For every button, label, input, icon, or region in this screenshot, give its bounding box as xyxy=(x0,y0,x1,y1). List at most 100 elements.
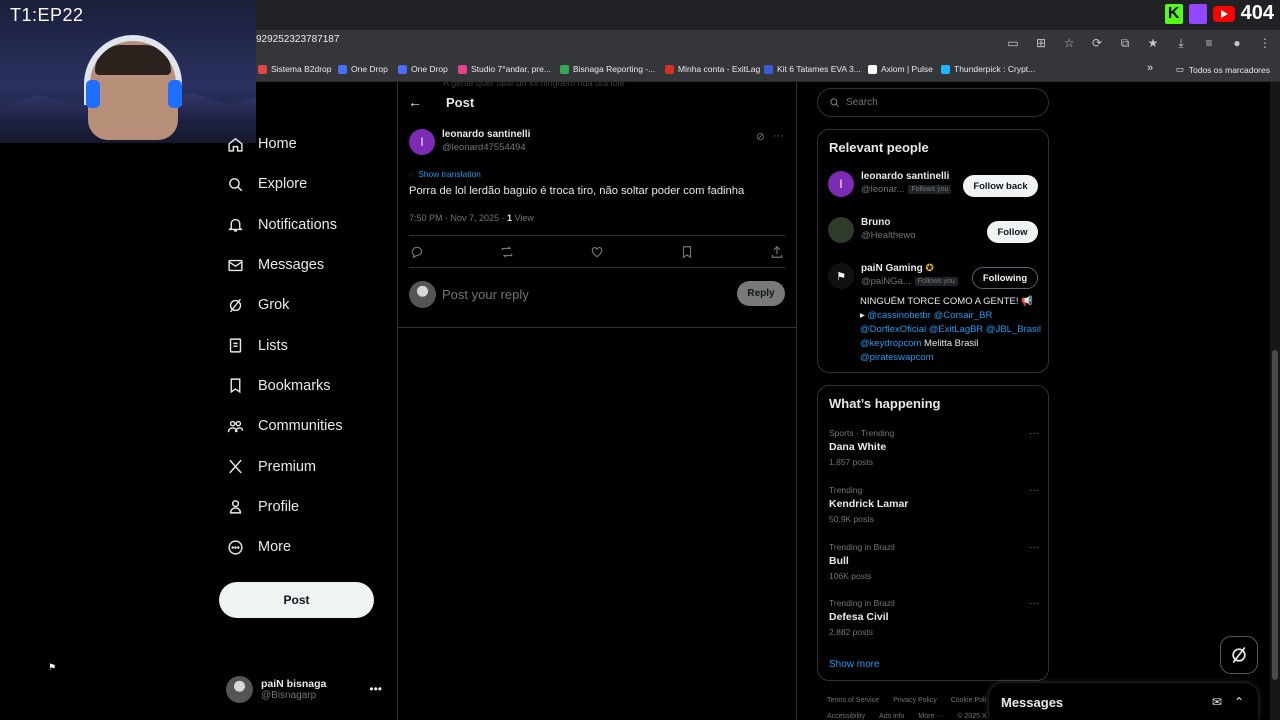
post-top-actions: ⊘ ··· xyxy=(756,130,784,143)
avatar xyxy=(409,281,436,308)
repost-icon[interactable] xyxy=(499,244,515,260)
pain-logo-icon: ⚑ xyxy=(48,662,57,672)
person-bio: NINGUÉM TORCE COMO A GENTE! 📢 ▸ @cassino… xyxy=(860,296,1041,363)
search-icon xyxy=(830,98,840,108)
sidebar-item-home[interactable]: Home xyxy=(219,124,394,164)
sidebar-item-notifications[interactable]: Notifications xyxy=(219,205,394,245)
sidebar-item-lists[interactable]: Lists xyxy=(219,325,394,365)
new-message-icon[interactable]: ✉ xyxy=(1212,695,1222,709)
x-icon xyxy=(229,459,242,474)
mail-icon xyxy=(228,259,243,271)
sync-icon[interactable]: ⟳ xyxy=(1090,36,1104,50)
more-dots-icon[interactable]: ··· xyxy=(1029,485,1039,496)
bookmark-item[interactable]: Studio 7°andar, pre... xyxy=(458,64,551,74)
pain-logo-icon[interactable]: ⚑ xyxy=(828,263,854,289)
person-row[interactable]: l leonardo santinelli @leonar... Follows … xyxy=(828,171,952,197)
page-scrollbar[interactable] xyxy=(1270,82,1280,720)
bookmarks-folder[interactable]: ▭ Todos os marcadores xyxy=(1176,64,1270,75)
bookmark-icon[interactable] xyxy=(679,244,695,260)
following-button[interactable]: Following xyxy=(972,267,1038,289)
sidebar-item-grok[interactable]: Grok xyxy=(219,285,394,325)
sidebar-item-communities[interactable]: Communities xyxy=(219,406,394,446)
bookmark-star-icon[interactable]: ★ xyxy=(1146,36,1160,50)
messages-drawer[interactable]: Messages ✉ ⌃ xyxy=(989,683,1258,720)
translate-icon[interactable]: ⊞ xyxy=(1034,36,1048,50)
bookmark-favicon xyxy=(258,64,267,74)
person-row[interactable]: ⚑ paiN Gaming ✪ @paiNGa... Follows you xyxy=(828,263,958,289)
kebab-menu-icon[interactable]: ⋮ xyxy=(1258,36,1272,50)
sidebar-item-more[interactable]: More xyxy=(219,527,394,567)
trend-item[interactable]: Trending in Brazil Defesa Civil 2,882 po… xyxy=(829,598,1039,637)
compose-post-button[interactable]: Post xyxy=(219,582,374,618)
youtube-logo-icon xyxy=(1212,5,1235,22)
follow-button[interactable]: Follow xyxy=(987,221,1038,243)
sidebar-item-bookmarks[interactable]: Bookmarks xyxy=(219,366,394,406)
post-author[interactable]: l leonardo santinelli @leonard47554494 xyxy=(409,129,530,155)
grok-icon[interactable]: ⊘ xyxy=(756,130,765,143)
trend-item[interactable]: Trending Kendrick Lamar 50.9K posts ··· xyxy=(829,485,1039,524)
media-icon[interactable]: ≡ xyxy=(1202,36,1216,50)
footer-links-2: Accessibility Ads info More ··· © 2025 X xyxy=(827,713,987,720)
share-icon[interactable] xyxy=(769,244,785,260)
like-icon[interactable] xyxy=(589,244,605,260)
person-icon xyxy=(229,500,242,514)
bookmark-item[interactable]: Minha conta - ExitLag xyxy=(665,64,760,74)
reply-composer: Post your reply Reply xyxy=(409,281,785,311)
address-bar[interactable]: 929252323787187 xyxy=(256,34,339,45)
bookmark-item[interactable]: One Drop xyxy=(398,64,448,74)
grok-floating-button[interactable] xyxy=(1220,636,1258,674)
bookmark-item[interactable]: One Drop xyxy=(338,64,388,74)
more-dots-icon[interactable]: ··· xyxy=(1029,428,1039,439)
show-translation-link[interactable]: ◌ Show translation xyxy=(409,169,481,179)
sidebar-item-messages[interactable]: Messages xyxy=(219,245,394,285)
twitch-logo-icon xyxy=(1188,3,1207,24)
account-info: paiN bisnaga @Bisnagarp xyxy=(261,677,327,701)
faded-previous-text: A gente quer falar do lol ninguém nda ur… xyxy=(443,78,625,88)
cast-icon[interactable]: ▭ xyxy=(1006,36,1020,50)
extensions-icon[interactable]: ⧉ xyxy=(1118,36,1132,50)
more-dots-icon[interactable]: ··· xyxy=(1029,542,1039,553)
search-input[interactable]: Search xyxy=(817,88,1049,117)
reply-input[interactable]: Post your reply xyxy=(442,287,529,302)
follow-back-button[interactable]: Follow back xyxy=(963,175,1038,197)
bookmark-item[interactable]: Kit 6 Tatames EVA 3... xyxy=(764,64,861,74)
bookmarks-overflow-icon[interactable]: » xyxy=(1147,62,1153,74)
main-column: A gente quer falar do lol ninguém nda ur… xyxy=(397,78,797,720)
account-switcher[interactable]: paiN bisnaga @Bisnagarp ••• xyxy=(226,674,386,704)
download-icon[interactable]: ⤓ xyxy=(1174,36,1188,50)
person-info: leonardo santinelli @leonar... Follows yo… xyxy=(861,171,952,197)
more-dots-icon[interactable]: ··· xyxy=(773,130,784,143)
trend-item[interactable]: Sports · Trending Dana White 1,857 posts… xyxy=(829,428,1039,467)
webcam-overlay: T1:EP22 xyxy=(0,0,256,143)
sidebar-item-explore[interactable]: Explore xyxy=(219,164,394,204)
scrollbar-thumb[interactable] xyxy=(1272,350,1278,680)
avatar[interactable] xyxy=(828,217,854,243)
show-more-link[interactable]: Show more xyxy=(829,659,880,670)
person-row[interactable]: Bruno @Healthewo xyxy=(828,217,916,243)
more-dots-icon[interactable]: ••• xyxy=(369,682,382,696)
folder-icon: ▭ xyxy=(1175,64,1184,74)
post-meta: 7:50 PM · Nov 7, 2025 · 1 View xyxy=(409,213,534,223)
bookmark-item[interactable]: Bisnaga Reporting -... xyxy=(560,64,655,74)
avatar[interactable]: l xyxy=(828,171,854,197)
star-icon[interactable]: ☆ xyxy=(1062,36,1076,50)
trend-item[interactable]: Trending in Brazil Bull 106K posts ··· xyxy=(829,542,1039,581)
back-arrow-icon[interactable]: ← xyxy=(408,94,422,110)
chevron-up-icon[interactable]: ⌃ xyxy=(1234,695,1244,709)
bookmark-item[interactable]: Thunderpick : Crypt... xyxy=(941,64,1035,74)
profile-avatar-icon[interactable]: ● xyxy=(1230,36,1244,50)
grok-icon xyxy=(229,298,242,313)
avatar[interactable]: l xyxy=(409,129,435,155)
bookmark-item[interactable]: Axiom | Pulse xyxy=(868,64,933,74)
sidebar-item-premium[interactable]: Premium xyxy=(219,446,394,486)
reply-button[interactable]: Reply xyxy=(737,281,785,306)
reply-icon[interactable] xyxy=(409,244,425,260)
sidebar-nav: Home Explore Notifications Messages Grok… xyxy=(219,124,394,567)
bookmark-item[interactable]: Sistema B2drop xyxy=(258,64,331,74)
divider xyxy=(409,235,785,236)
bookmark-favicon xyxy=(665,64,674,74)
sidebar-item-profile[interactable]: Profile xyxy=(219,487,394,527)
bookmark-favicon xyxy=(398,64,407,74)
bookmark-icon xyxy=(230,378,241,394)
more-dots-icon[interactable]: ··· xyxy=(1029,598,1039,609)
